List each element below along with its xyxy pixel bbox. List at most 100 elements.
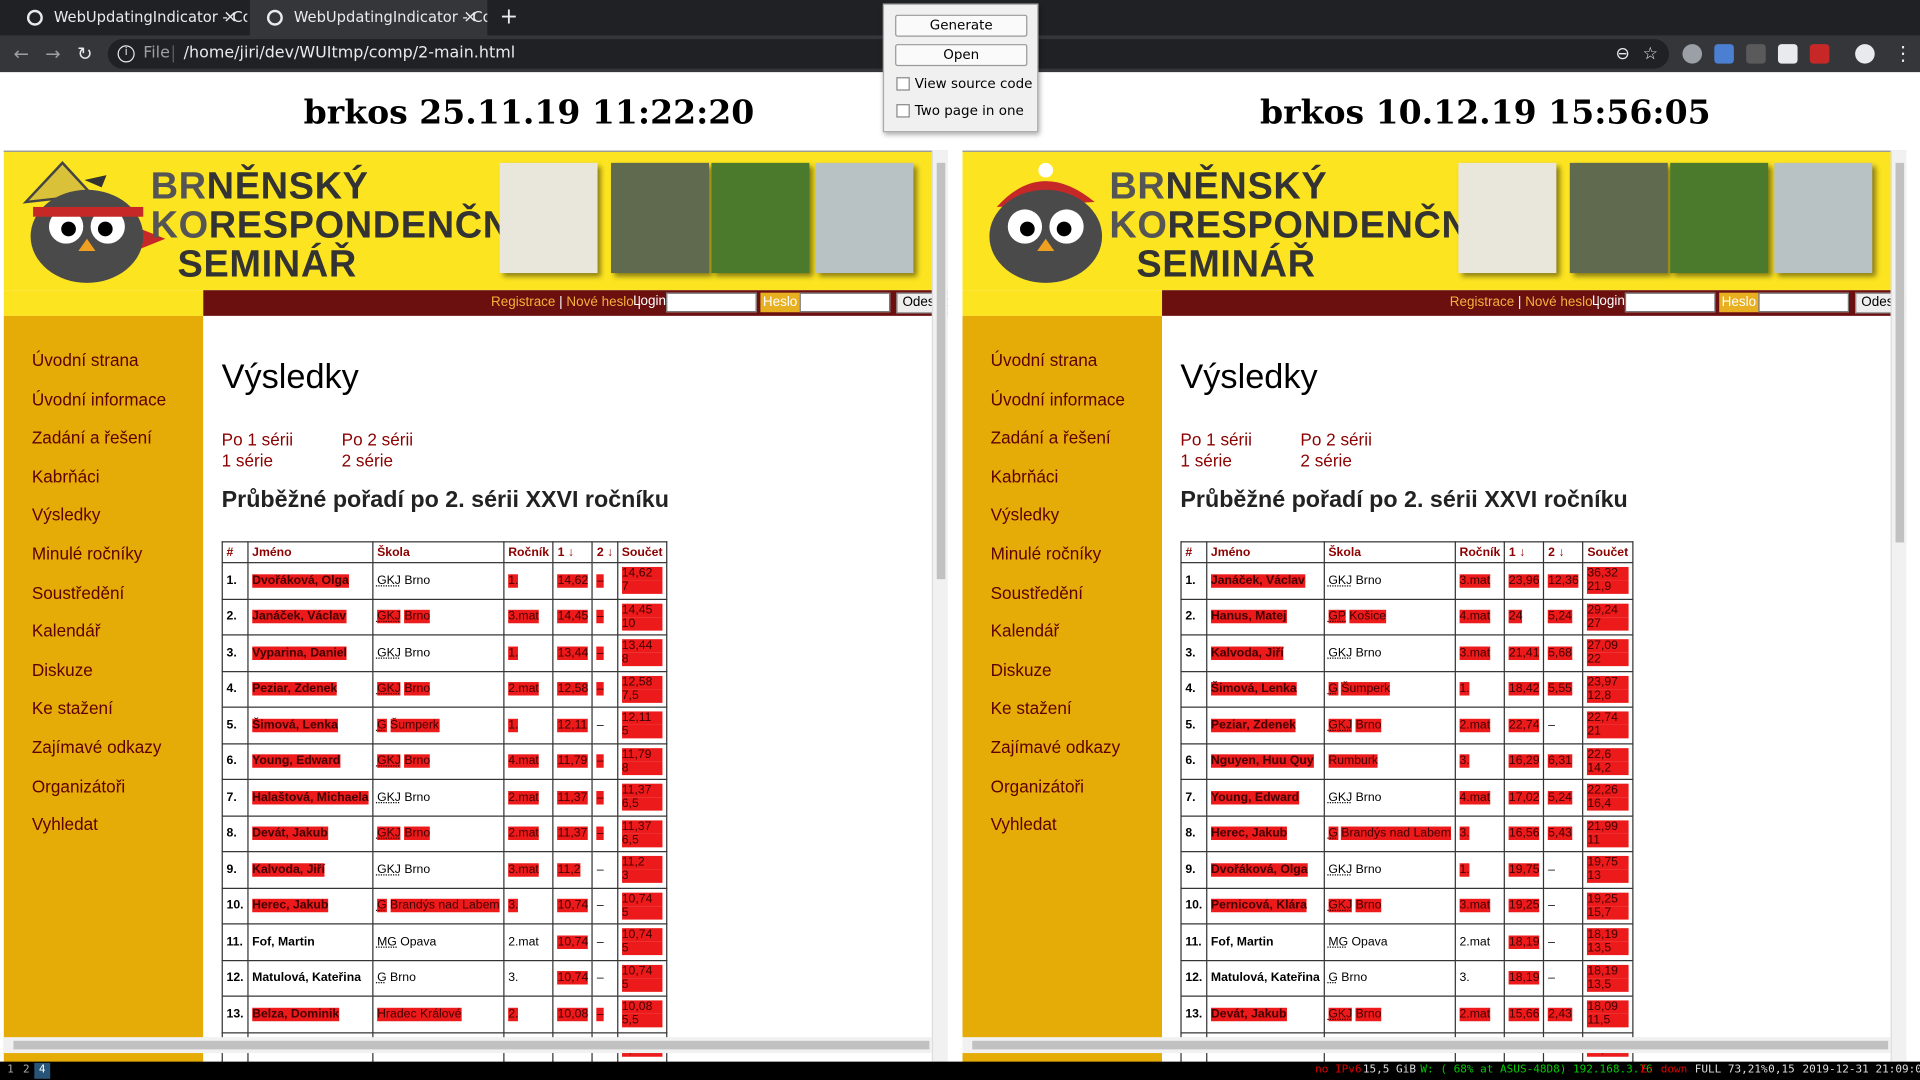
year-cell: 2.mat: [503, 814, 554, 853]
rank-cell: 4.: [1180, 670, 1208, 708]
sidebar-item[interactable]: Soustředění: [32, 582, 124, 602]
translate-icon[interactable]: [1714, 44, 1734, 64]
new-password-link[interactable]: Nové heslo: [1525, 295, 1592, 310]
login-input[interactable]: [666, 292, 757, 313]
password-input[interactable]: [799, 292, 891, 313]
sidebar-item[interactable]: Zajímavé odkazy: [32, 737, 162, 757]
sidebar-item[interactable]: Organizátoři: [991, 776, 1084, 796]
sidebar-item[interactable]: Úvodní strana: [991, 350, 1098, 370]
back-button[interactable]: ←: [13, 36, 28, 73]
sidebar-item[interactable]: Minulé ročníky: [32, 544, 143, 564]
zoom-icon[interactable]: ⊖: [1615, 39, 1629, 68]
site-banner: BRNĚNSKÝ KORESPONDENČNÍ SEMINÁŘ: [962, 151, 1907, 291]
right-page-frame[interactable]: BRNĚNSKÝ KORESPONDENČNÍ SEMINÁŘ Registrace …: [962, 150, 1907, 1080]
scrollbar-thumb[interactable]: [936, 162, 946, 580]
results-link[interactable]: Po 2 sérii 2 série: [342, 430, 413, 472]
view-source-checkbox[interactable]: [896, 77, 910, 91]
sidebar-item[interactable]: Kabrňáci: [32, 466, 100, 486]
name-cell: Peziar, Zdenek: [247, 670, 374, 708]
sum-cell: 21,99 11: [1582, 814, 1634, 853]
series2-text: –: [596, 718, 604, 732]
workspace-2[interactable]: 2: [18, 1063, 34, 1079]
sidebar-item[interactable]: Minulé ročníky: [991, 544, 1102, 564]
sidebar-item[interactable]: Kalendář: [32, 621, 101, 641]
workspace-4[interactable]: 4: [34, 1062, 51, 1079]
sidebar-item[interactable]: Vyhledat: [32, 815, 98, 835]
sidebar-item[interactable]: Ke stažení: [991, 698, 1072, 718]
sidebar-item[interactable]: Zajímavé odkazy: [991, 737, 1121, 757]
close-icon[interactable]: ×: [463, 0, 477, 36]
workspace-1[interactable]: 1: [2, 1063, 18, 1079]
column-header[interactable]: 2 ↓: [591, 541, 619, 564]
tab-2[interactable]: WebUpdatingIndicator - Co ×: [249, 0, 488, 36]
horizontal-scrollbar[interactable]: [3, 1037, 932, 1054]
login-input[interactable]: [1624, 292, 1716, 313]
sidebar-item[interactable]: Kabrňáci: [991, 466, 1059, 486]
new-password-link[interactable]: Nové heslo: [566, 295, 633, 310]
password-input[interactable]: [1758, 292, 1849, 313]
sum-cell: 18,19 13,5: [1582, 923, 1634, 961]
sidebar-item[interactable]: Zadání a řešení: [991, 428, 1111, 448]
vertical-scrollbar[interactable]: [931, 150, 948, 1080]
sidebar-item[interactable]: Zadání a řešení: [32, 428, 152, 448]
sidebar-item[interactable]: Organizátoři: [32, 776, 125, 796]
sum-secondary: 3: [621, 869, 663, 884]
column-header[interactable]: 1 ↓: [552, 541, 594, 564]
school-abbr: GKJ: [1328, 646, 1353, 660]
load-status: 0,15: [1768, 1064, 1795, 1077]
extension-icon[interactable]: [1809, 44, 1830, 64]
forward-button[interactable]: →: [45, 36, 60, 73]
scrollbar-thumb[interactable]: [1895, 162, 1905, 543]
name-cell: Devát, Jakub: [247, 814, 374, 853]
table-row: 5. Šimová, Lenka G Šumperk 1. 12,11–12,11 5: [221, 706, 668, 744]
sidebar-item[interactable]: Diskuze: [991, 660, 1052, 680]
extension-icon[interactable]: [1682, 44, 1703, 64]
profile-icon[interactable]: [1855, 44, 1875, 64]
sidebar-item[interactable]: Soustředění: [991, 582, 1083, 602]
sum-secondary: 27: [1587, 616, 1629, 631]
name-text: Pernicová, Klára: [1210, 899, 1307, 913]
series2-text: 5,43: [1548, 826, 1572, 841]
info-icon[interactable]: i: [117, 45, 135, 63]
sidebar-item[interactable]: Výsledky: [32, 505, 101, 525]
sidebar-item[interactable]: Úvodní informace: [991, 389, 1125, 409]
generate-button[interactable]: Generate: [895, 14, 1028, 37]
main-content: Výsledky Po 1 sérii 1 série Po 2 sérii 2 sér…: [1162, 315, 1907, 1080]
globe-icon: [266, 9, 283, 26]
extension-icon[interactable]: [1777, 44, 1798, 64]
column-header[interactable]: 2 ↓: [1543, 541, 1584, 564]
open-button[interactable]: Open: [895, 44, 1028, 67]
year-text: 3.: [1459, 826, 1470, 841]
tab-1[interactable]: WebUpdatingIndicator - Co ×: [10, 0, 247, 36]
sidebar-item[interactable]: Úvodní informace: [32, 389, 166, 409]
results-link[interactable]: Po 1 sérii 1 série: [1180, 430, 1251, 472]
reload-button[interactable]: ↻: [77, 36, 92, 73]
vertical-scrollbar[interactable]: [1890, 150, 1907, 1080]
sidebar-item[interactable]: Vyhledat: [991, 815, 1057, 835]
register-link[interactable]: Registrace: [491, 295, 555, 310]
menu-icon[interactable]: ⋮: [1893, 36, 1913, 73]
scrollbar-thumb[interactable]: [13, 1040, 930, 1050]
sidebar-item[interactable]: Úvodní strana: [32, 350, 139, 370]
name-text: Šimová, Lenka: [1210, 682, 1297, 696]
school-cell: MG Opava: [372, 923, 505, 961]
left-page-frame[interactable]: BRNĚNSKÝ KORESPONDENČNÍ SEMINÁŘ Registrace …: [3, 150, 948, 1080]
register-link[interactable]: Registrace: [1450, 295, 1514, 310]
sidebar-item[interactable]: Kalendář: [991, 621, 1060, 641]
sidebar-item[interactable]: Výsledky: [991, 505, 1060, 525]
results-link[interactable]: Po 2 sérii 2 série: [1300, 430, 1371, 472]
horizontal-scrollbar[interactable]: [962, 1037, 1891, 1054]
sum-value: 10,74: [621, 892, 663, 906]
close-icon[interactable]: ×: [223, 0, 237, 36]
column-header[interactable]: 1 ↓: [1503, 541, 1545, 564]
two-page-checkbox[interactable]: [896, 104, 910, 118]
results-link[interactable]: Po 1 sérii 1 série: [222, 430, 293, 472]
series2-cell: 12,36: [1543, 562, 1584, 600]
new-tab-button[interactable]: +: [500, 0, 518, 36]
sidebar-item[interactable]: Ke stažení: [32, 698, 113, 718]
address-url[interactable]: /home/jiri/dev/WUItmp/comp/2-main.html: [184, 39, 515, 68]
extension-icon[interactable]: [1746, 44, 1766, 64]
star-icon[interactable]: ☆: [1643, 39, 1658, 68]
scrollbar-thumb[interactable]: [972, 1040, 1889, 1050]
sidebar-item[interactable]: Diskuze: [32, 660, 93, 680]
